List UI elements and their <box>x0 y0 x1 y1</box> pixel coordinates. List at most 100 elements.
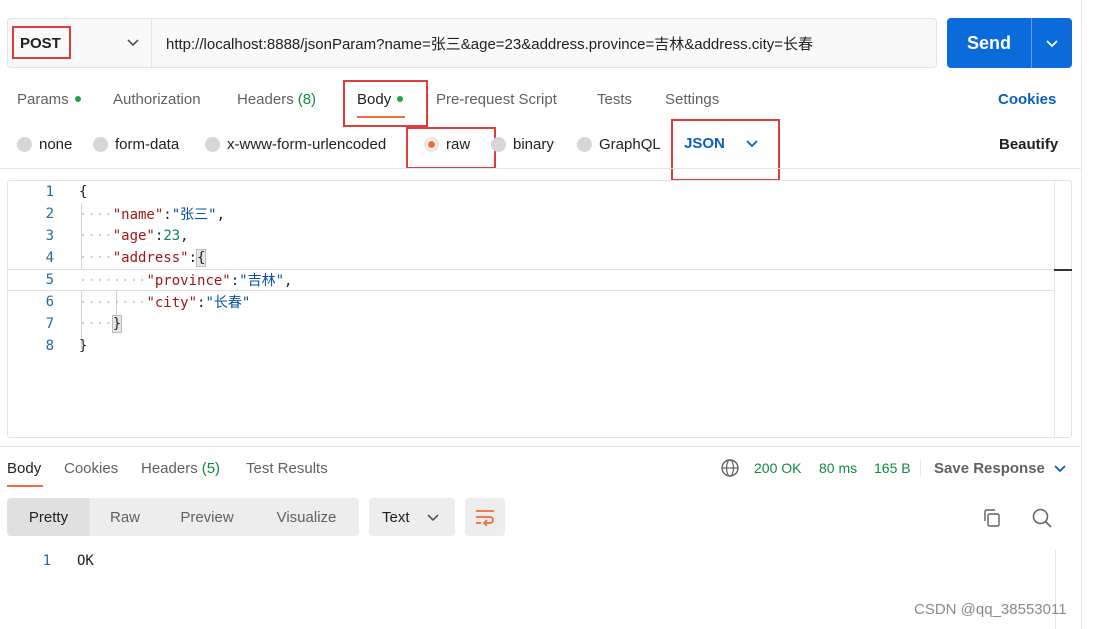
token-comma: , <box>180 228 189 244</box>
radio-raw[interactable]: raw <box>424 134 470 154</box>
radio-circle-icon <box>205 136 220 152</box>
response-headers-count: (5) <box>201 459 221 477</box>
save-response-label: Save Response <box>934 459 1045 477</box>
chevron-down-icon <box>1054 465 1066 473</box>
code-line: 7 ····} <box>8 313 1054 335</box>
token-key: "name" <box>112 207 164 223</box>
line-number: 4 <box>45 250 54 266</box>
radio-graphql[interactable]: GraphQL <box>577 134 661 154</box>
radio-circle-icon <box>93 136 108 152</box>
radio-binary-label: binary <box>513 135 554 153</box>
radio-urlencoded[interactable]: x-www-form-urlencoded <box>205 134 386 154</box>
beautify-link[interactable]: Beautify <box>999 134 1058 154</box>
line-number: 7 <box>45 316 54 332</box>
view-pretty[interactable]: Pretty <box>7 498 90 536</box>
method-label: POST <box>20 34 61 52</box>
token-key: "city" <box>146 295 198 311</box>
view-raw[interactable]: Raw <box>90 498 160 536</box>
method-select[interactable]: POST <box>8 19 152 67</box>
divider-body-options <box>0 168 1082 169</box>
editor-scroll-marker <box>1054 269 1072 271</box>
line-number: 5 <box>45 272 54 288</box>
headers-count: (8) <box>297 90 317 108</box>
send-label: Send <box>966 32 1011 53</box>
copy-icon[interactable] <box>982 508 1002 528</box>
response-tab-test-results[interactable]: Test Results <box>246 458 328 478</box>
code-line: 3 ····"age":23, <box>8 225 1054 247</box>
language-label: JSON <box>684 134 725 152</box>
line-number: 1 <box>45 184 54 200</box>
tab-params[interactable]: Params <box>17 88 81 110</box>
token-brace: { <box>79 184 88 200</box>
token-colon: : <box>163 207 172 223</box>
response-body-line: 1 OK <box>0 550 1050 572</box>
token-key: "age" <box>112 228 155 244</box>
wrap-lines-button[interactable] <box>465 498 505 536</box>
response-status[interactable]: 200 OK <box>754 458 801 478</box>
save-response-button[interactable]: Save Response <box>934 458 1067 478</box>
tab-headers-label: Headers <box>237 90 294 108</box>
code-line: 8 } <box>8 335 1054 357</box>
chevron-down-icon <box>1046 40 1058 48</box>
watermark: CSDN @qq_38553011 <box>914 601 1067 618</box>
token-colon: : <box>230 273 240 289</box>
radio-circle-icon <box>17 136 32 152</box>
tab-authorization[interactable]: Authorization <box>113 88 201 110</box>
radio-raw-label: raw <box>446 135 471 153</box>
search-icon[interactable] <box>1031 507 1053 529</box>
token-comma: , <box>284 273 293 289</box>
cookies-link[interactable]: Cookies <box>998 88 1056 110</box>
response-size[interactable]: 165 B <box>874 458 911 478</box>
send-button[interactable]: Send <box>947 18 1072 68</box>
tab-authorization-label: Authorization <box>113 90 201 108</box>
code-line: 2 ····"name":"张三", <box>8 203 1054 225</box>
chevron-down-icon <box>746 140 758 148</box>
tab-tests[interactable]: Tests <box>597 88 632 110</box>
radio-binary[interactable]: binary <box>491 134 554 154</box>
token-brace: } <box>79 338 88 354</box>
language-select[interactable]: JSON <box>684 133 759 153</box>
token-colon: : <box>188 250 198 266</box>
line-number: 1 <box>42 553 51 569</box>
token-brace: } <box>111 315 123 333</box>
request-body-editor[interactable]: 1 { 2 ····"name":"张三", 3 ····"age":23, 4… <box>7 180 1072 438</box>
status-divider <box>920 460 921 476</box>
view-visualize[interactable]: Visualize <box>254 498 359 536</box>
code-line: 4 ····"address":{ <box>8 247 1054 269</box>
tab-prerequest-label: Pre-request Script <box>436 90 557 108</box>
view-preview[interactable]: Preview <box>160 498 254 536</box>
window-right-edge <box>1081 0 1082 629</box>
send-options-button[interactable] <box>1032 18 1072 68</box>
line-number: 2 <box>45 206 54 222</box>
code-line-current: 5 ········"province":"吉林", <box>8 269 1054 291</box>
radio-form-data-label: form-data <box>115 135 180 153</box>
tab-params-label: Params <box>17 90 69 108</box>
response-format-select[interactable]: Text <box>369 498 455 536</box>
body-dot-icon <box>397 96 404 102</box>
editor-scrollbar-track[interactable] <box>1054 181 1055 437</box>
tab-body[interactable]: Body <box>357 88 404 110</box>
tab-tests-label: Tests <box>597 90 633 108</box>
token-key: "province" <box>146 273 231 289</box>
response-tab-body[interactable]: Body <box>7 458 41 478</box>
tab-settings[interactable]: Settings <box>665 88 719 110</box>
token-comma: , <box>216 207 226 223</box>
radio-circle-icon <box>577 136 592 152</box>
response-time[interactable]: 80 ms <box>819 458 857 478</box>
globe-icon[interactable] <box>720 458 740 478</box>
request-bar: POST http://localhost:8888/jsonParam?nam… <box>7 18 937 68</box>
chevron-down-icon <box>127 39 139 47</box>
response-tab-headers-label: Headers <box>141 459 198 477</box>
tab-prerequest-script[interactable]: Pre-request Script <box>436 88 557 110</box>
tab-settings-label: Settings <box>665 90 720 108</box>
tab-body-label: Body <box>357 90 392 108</box>
response-tab-headers[interactable]: Headers (5) <box>141 458 220 478</box>
url-input[interactable]: http://localhost:8888/jsonParam?name=张三&… <box>152 19 936 67</box>
radio-form-data[interactable]: form-data <box>93 134 179 154</box>
response-tab-cookies[interactable]: Cookies <box>64 458 118 478</box>
token-string: "吉林" <box>239 273 285 289</box>
radio-selected-icon <box>424 136 439 152</box>
token-string: "长春" <box>205 295 251 311</box>
radio-none[interactable]: none <box>17 134 72 154</box>
tab-headers[interactable]: Headers (8) <box>237 88 316 110</box>
